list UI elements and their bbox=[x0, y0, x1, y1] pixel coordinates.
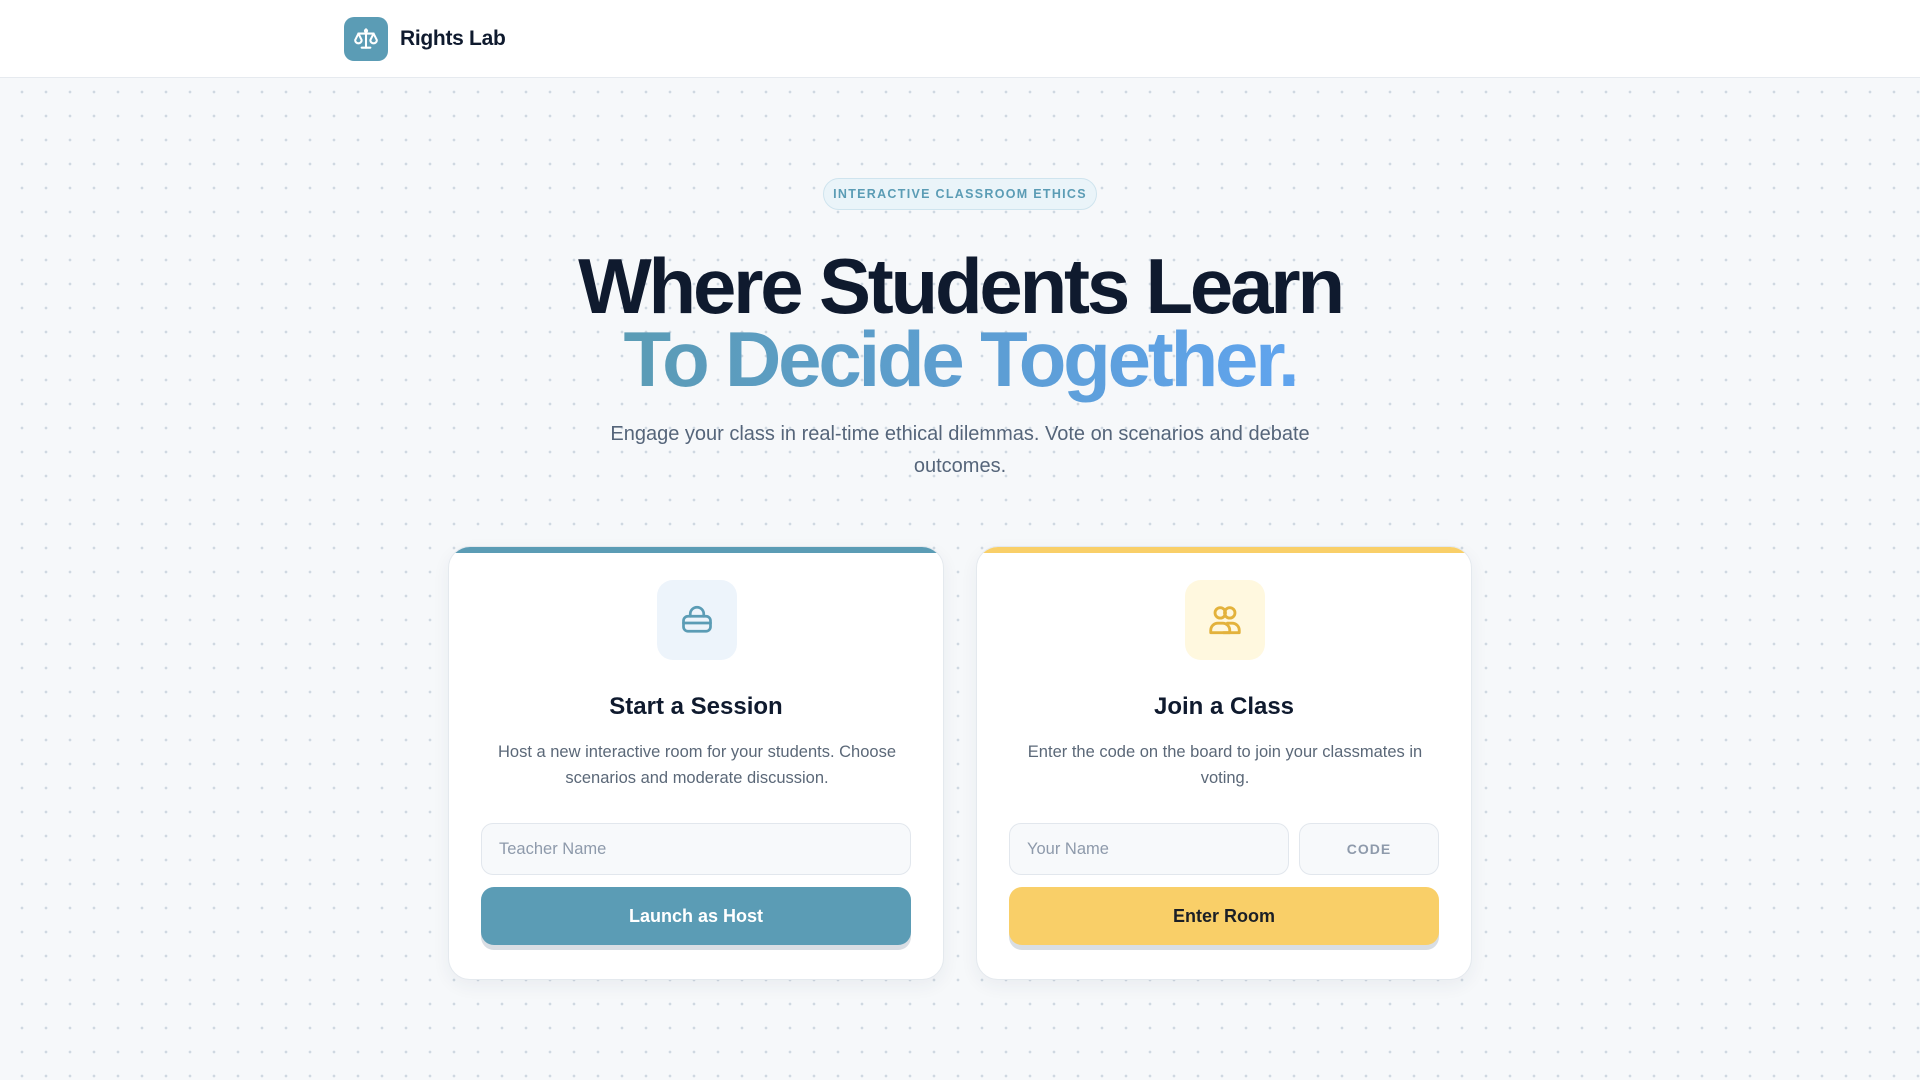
join-class-card: Join a Class Enter the code on the board… bbox=[976, 546, 1472, 980]
start-session-description: Host a new interactive room for your stu… bbox=[497, 743, 897, 787]
scale-icon bbox=[344, 17, 388, 61]
room-code-input[interactable] bbox=[1299, 823, 1439, 875]
card-accent-bar bbox=[977, 547, 1471, 553]
hero-headline-line1: Where Students Learn bbox=[578, 242, 1345, 330]
hero-headline-gradient-text: To Decide Together. bbox=[623, 315, 1299, 403]
enter-room-button[interactable]: Enter Room bbox=[1009, 887, 1439, 945]
start-session-title: Start a Session bbox=[609, 693, 783, 720]
hero-subtitle: Engage your class in real-time ethical d… bbox=[610, 423, 1310, 477]
card-accent-bar bbox=[449, 547, 943, 553]
brand[interactable]: Rights Lab bbox=[344, 17, 506, 61]
hero-headline-line2: To Decide Together. bbox=[0, 320, 1920, 398]
brand-name: Rights Lab bbox=[400, 27, 506, 50]
join-class-title: Join a Class bbox=[1153, 693, 1295, 720]
start-session-card: Start a Session Host a new interactive r… bbox=[448, 546, 944, 980]
users-icon bbox=[1185, 580, 1265, 660]
join-class-description: Enter the code on the board to join your… bbox=[1027, 743, 1423, 787]
host-desk-icon bbox=[657, 580, 737, 660]
teacher-name-input[interactable] bbox=[481, 823, 911, 875]
launch-as-host-button[interactable]: Launch as Host bbox=[481, 887, 911, 945]
top-navbar: Rights Lab bbox=[0, 0, 1920, 78]
hero-badge: INTERACTIVE CLASSROOM ETHICS bbox=[823, 178, 1097, 210]
student-name-input[interactable] bbox=[1009, 823, 1289, 875]
